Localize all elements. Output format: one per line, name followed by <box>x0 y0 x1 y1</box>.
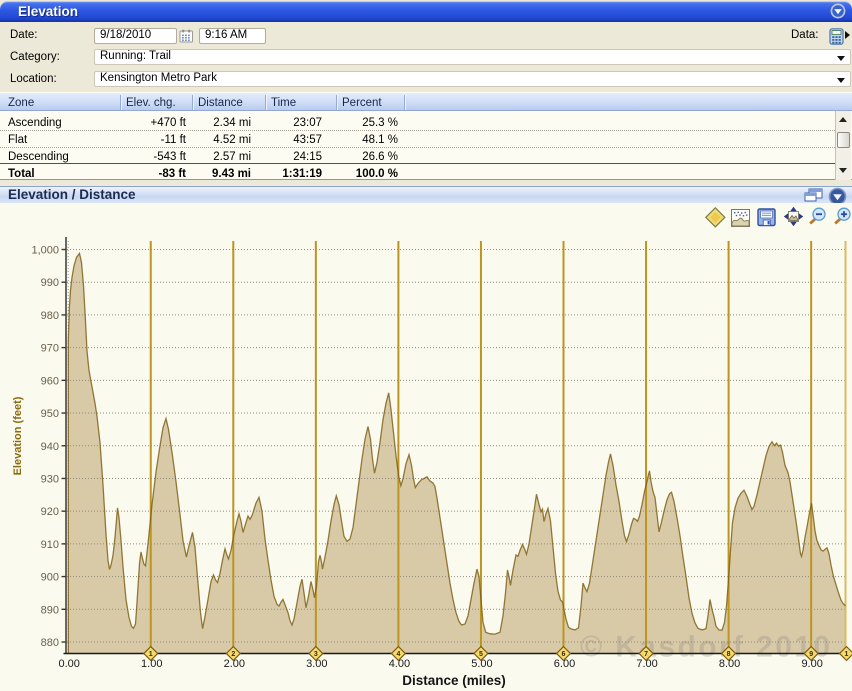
svg-text:980: 980 <box>41 310 59 322</box>
svg-text:© Kasdorf 2010: © Kasdorf 2010 <box>580 631 832 664</box>
svg-text:2: 2 <box>231 651 235 658</box>
svg-text:930: 930 <box>41 473 59 485</box>
svg-text:Elevation (feet): Elevation (feet) <box>12 396 24 475</box>
svg-text:0.00: 0.00 <box>58 658 79 670</box>
svg-text:6: 6 <box>562 651 566 658</box>
svg-text:910: 910 <box>41 539 59 551</box>
svg-text:1: 1 <box>845 651 849 658</box>
svg-text:970: 970 <box>41 343 59 355</box>
svg-text:Distance (miles): Distance (miles) <box>402 673 506 688</box>
svg-text:950: 950 <box>41 408 59 420</box>
svg-text:900: 900 <box>41 572 59 584</box>
svg-text:920: 920 <box>41 506 59 518</box>
svg-text:890: 890 <box>41 604 59 616</box>
svg-text:1: 1 <box>149 651 153 658</box>
svg-text:5: 5 <box>479 651 483 658</box>
svg-text:960: 960 <box>41 375 59 387</box>
svg-text:990: 990 <box>41 277 59 289</box>
svg-text:8: 8 <box>727 651 731 658</box>
svg-text:3: 3 <box>314 651 318 658</box>
svg-text:1,000: 1,000 <box>31 245 59 257</box>
svg-text:880: 880 <box>41 637 59 649</box>
svg-text:7: 7 <box>644 651 648 658</box>
svg-text:9: 9 <box>809 651 813 658</box>
svg-text:940: 940 <box>41 441 59 453</box>
svg-text:4: 4 <box>396 651 400 658</box>
